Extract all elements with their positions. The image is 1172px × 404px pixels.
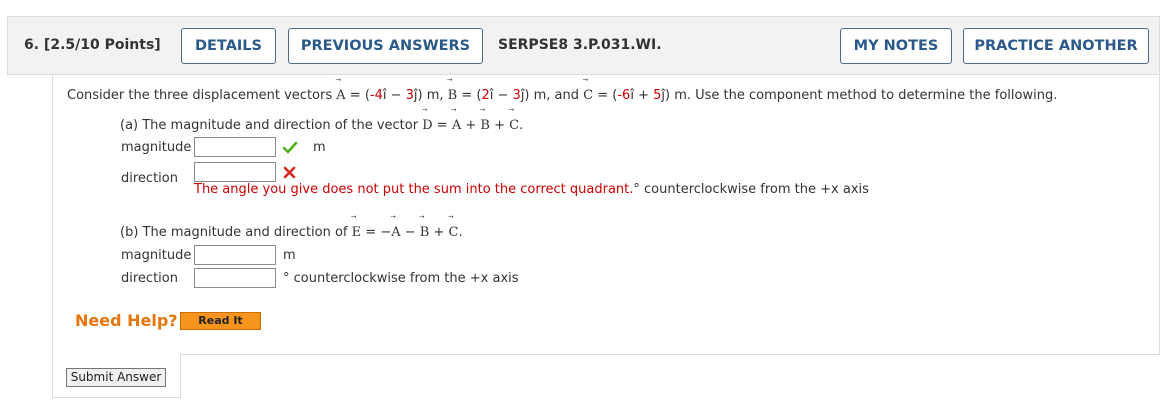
part-b-direction-input[interactable] — [194, 268, 276, 288]
assignment-id: SERPSE8 3.P.031.WI. — [498, 37, 662, 53]
part-a-direction-feedback-line: The angle you give does not put the sum … — [194, 182, 869, 197]
part-a-magnitude-label: magnitude — [121, 140, 192, 155]
part-b-direction-unit: ° counterclockwise from the +x axis — [283, 271, 519, 286]
vector-c-x: -6 — [617, 88, 631, 103]
vector-b-y: 3 — [512, 88, 521, 103]
part-a-prompt: (a) The magnitude and direction of the v… — [120, 118, 524, 133]
vector-b: ⃗B — [447, 88, 458, 103]
need-help-label: Need Help? — [75, 311, 178, 330]
vector-a-x: -4 — [369, 88, 383, 103]
vector-b-x: 2 — [481, 88, 490, 103]
part-a-magnitude-unit: m — [313, 140, 326, 155]
part-b-magnitude-label: magnitude — [121, 248, 192, 263]
part-a-direction-label: direction — [121, 171, 178, 186]
submit-answer-button[interactable]: Submit Answer — [66, 368, 166, 387]
incorrect-feedback: The angle you give does not put the sum … — [194, 182, 634, 197]
vector-a: ⃗A — [336, 88, 346, 103]
question-number: 6. [2.5/10 Points] — [24, 37, 161, 53]
part-a-direction-unit: ° counterclockwise from the +x axis — [633, 182, 869, 197]
part-b-prompt: (b) The magnitude and direction of ⃗E = … — [120, 225, 463, 240]
vector-c: ⃗C — [583, 88, 594, 103]
details-button[interactable]: DETAILS — [181, 28, 276, 64]
part-b-magnitude-input[interactable] — [194, 245, 276, 265]
read-it-button[interactable]: Read It — [180, 312, 261, 330]
part-b-direction-label: direction — [121, 271, 178, 286]
vector-a-y: 3 — [405, 88, 414, 103]
question-header: 6. [2.5/10 Points] DETAILS PREVIOUS ANSW… — [7, 16, 1160, 75]
problem-statement: Consider the three displacement vectors … — [67, 88, 1058, 103]
check-icon — [282, 141, 298, 154]
cross-icon — [283, 166, 296, 179]
previous-answers-button[interactable]: PREVIOUS ANSWERS — [288, 28, 483, 64]
part-a-magnitude-input[interactable] — [194, 137, 276, 157]
vector-d: ⃗D — [422, 118, 433, 133]
my-notes-button[interactable]: MY NOTES — [840, 28, 952, 64]
vector-e: ⃗E — [351, 225, 362, 240]
part-b-magnitude-unit: m — [283, 248, 296, 263]
part-a-direction-input[interactable] — [194, 162, 276, 182]
practice-another-button[interactable]: PRACTICE ANOTHER — [963, 28, 1149, 64]
